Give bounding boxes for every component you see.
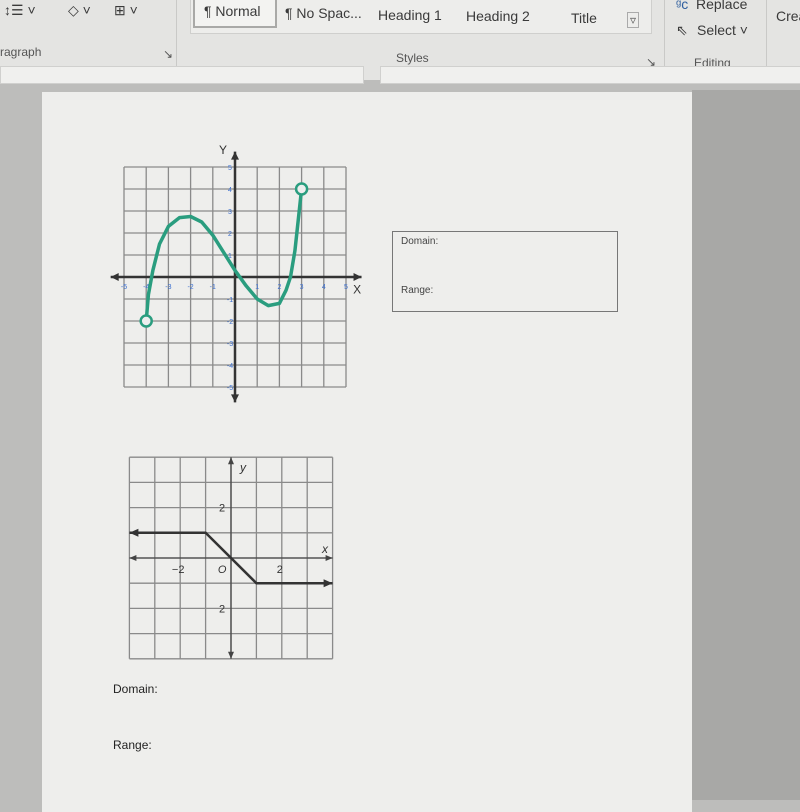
chart1-x-label: X bbox=[353, 283, 361, 297]
chart1-y-tick-label: -3 bbox=[227, 341, 233, 348]
chart1-x-tick-label: 3 bbox=[300, 284, 304, 291]
chart1-y-tick-label: 3 bbox=[228, 209, 232, 216]
chart2-x-tick-label: 2 bbox=[277, 564, 283, 576]
chart2-x-tick-label: −2 bbox=[172, 564, 185, 576]
chart1-x-tick-label: 5 bbox=[344, 284, 348, 291]
chart1-y-label: Y bbox=[219, 143, 227, 157]
box-domain-label: Domain: bbox=[401, 236, 439, 247]
q2-domain-label: Domain: bbox=[113, 682, 158, 696]
chart1-x-tick-label: 2 bbox=[277, 284, 281, 291]
chart1-open-endpoint bbox=[294, 182, 309, 196]
chart2-y-label: y bbox=[239, 460, 247, 474]
q2-range-label: Range: bbox=[113, 738, 152, 752]
chart1-y-tick-label: 5 bbox=[228, 165, 232, 172]
answer-box[interactable]: Domain: Range: bbox=[392, 231, 618, 312]
chart1-y-tick-label: -1 bbox=[227, 297, 233, 304]
chart2-y-tick-label: 2 bbox=[219, 603, 225, 615]
graphs: YX-5 -4 -3 -2 -1 1 2 3 4 554321-1-2-3-4-5yxO−2 222 bbox=[110, 143, 362, 660]
chart1-y-tick-label: -5 bbox=[227, 385, 233, 392]
chart1-x-tick-label: -2 bbox=[187, 284, 193, 291]
chart1-y-tick-label: 2 bbox=[228, 231, 232, 238]
box-range-label: Range: bbox=[401, 285, 434, 296]
chart2-x-label: x bbox=[321, 542, 329, 556]
chart1-y-tick-label: -4 bbox=[227, 363, 233, 370]
chart1-open-endpoint bbox=[139, 314, 153, 328]
chart1-x-tick-label: 1 bbox=[255, 284, 259, 291]
chart1-y-tick-label: 4 bbox=[228, 187, 232, 194]
chart1-x-tick-label: -5 bbox=[121, 284, 127, 291]
chart1-x-tick-label: -1 bbox=[210, 284, 216, 291]
chart1-y-tick-label: -2 bbox=[227, 319, 233, 326]
chart1-x-tick-label: -3 bbox=[165, 284, 171, 291]
chart1-x-tick-label: 4 bbox=[322, 284, 326, 291]
chart2-y-tick-label: 2 bbox=[219, 503, 225, 515]
chart2-origin-label: O bbox=[218, 564, 227, 576]
